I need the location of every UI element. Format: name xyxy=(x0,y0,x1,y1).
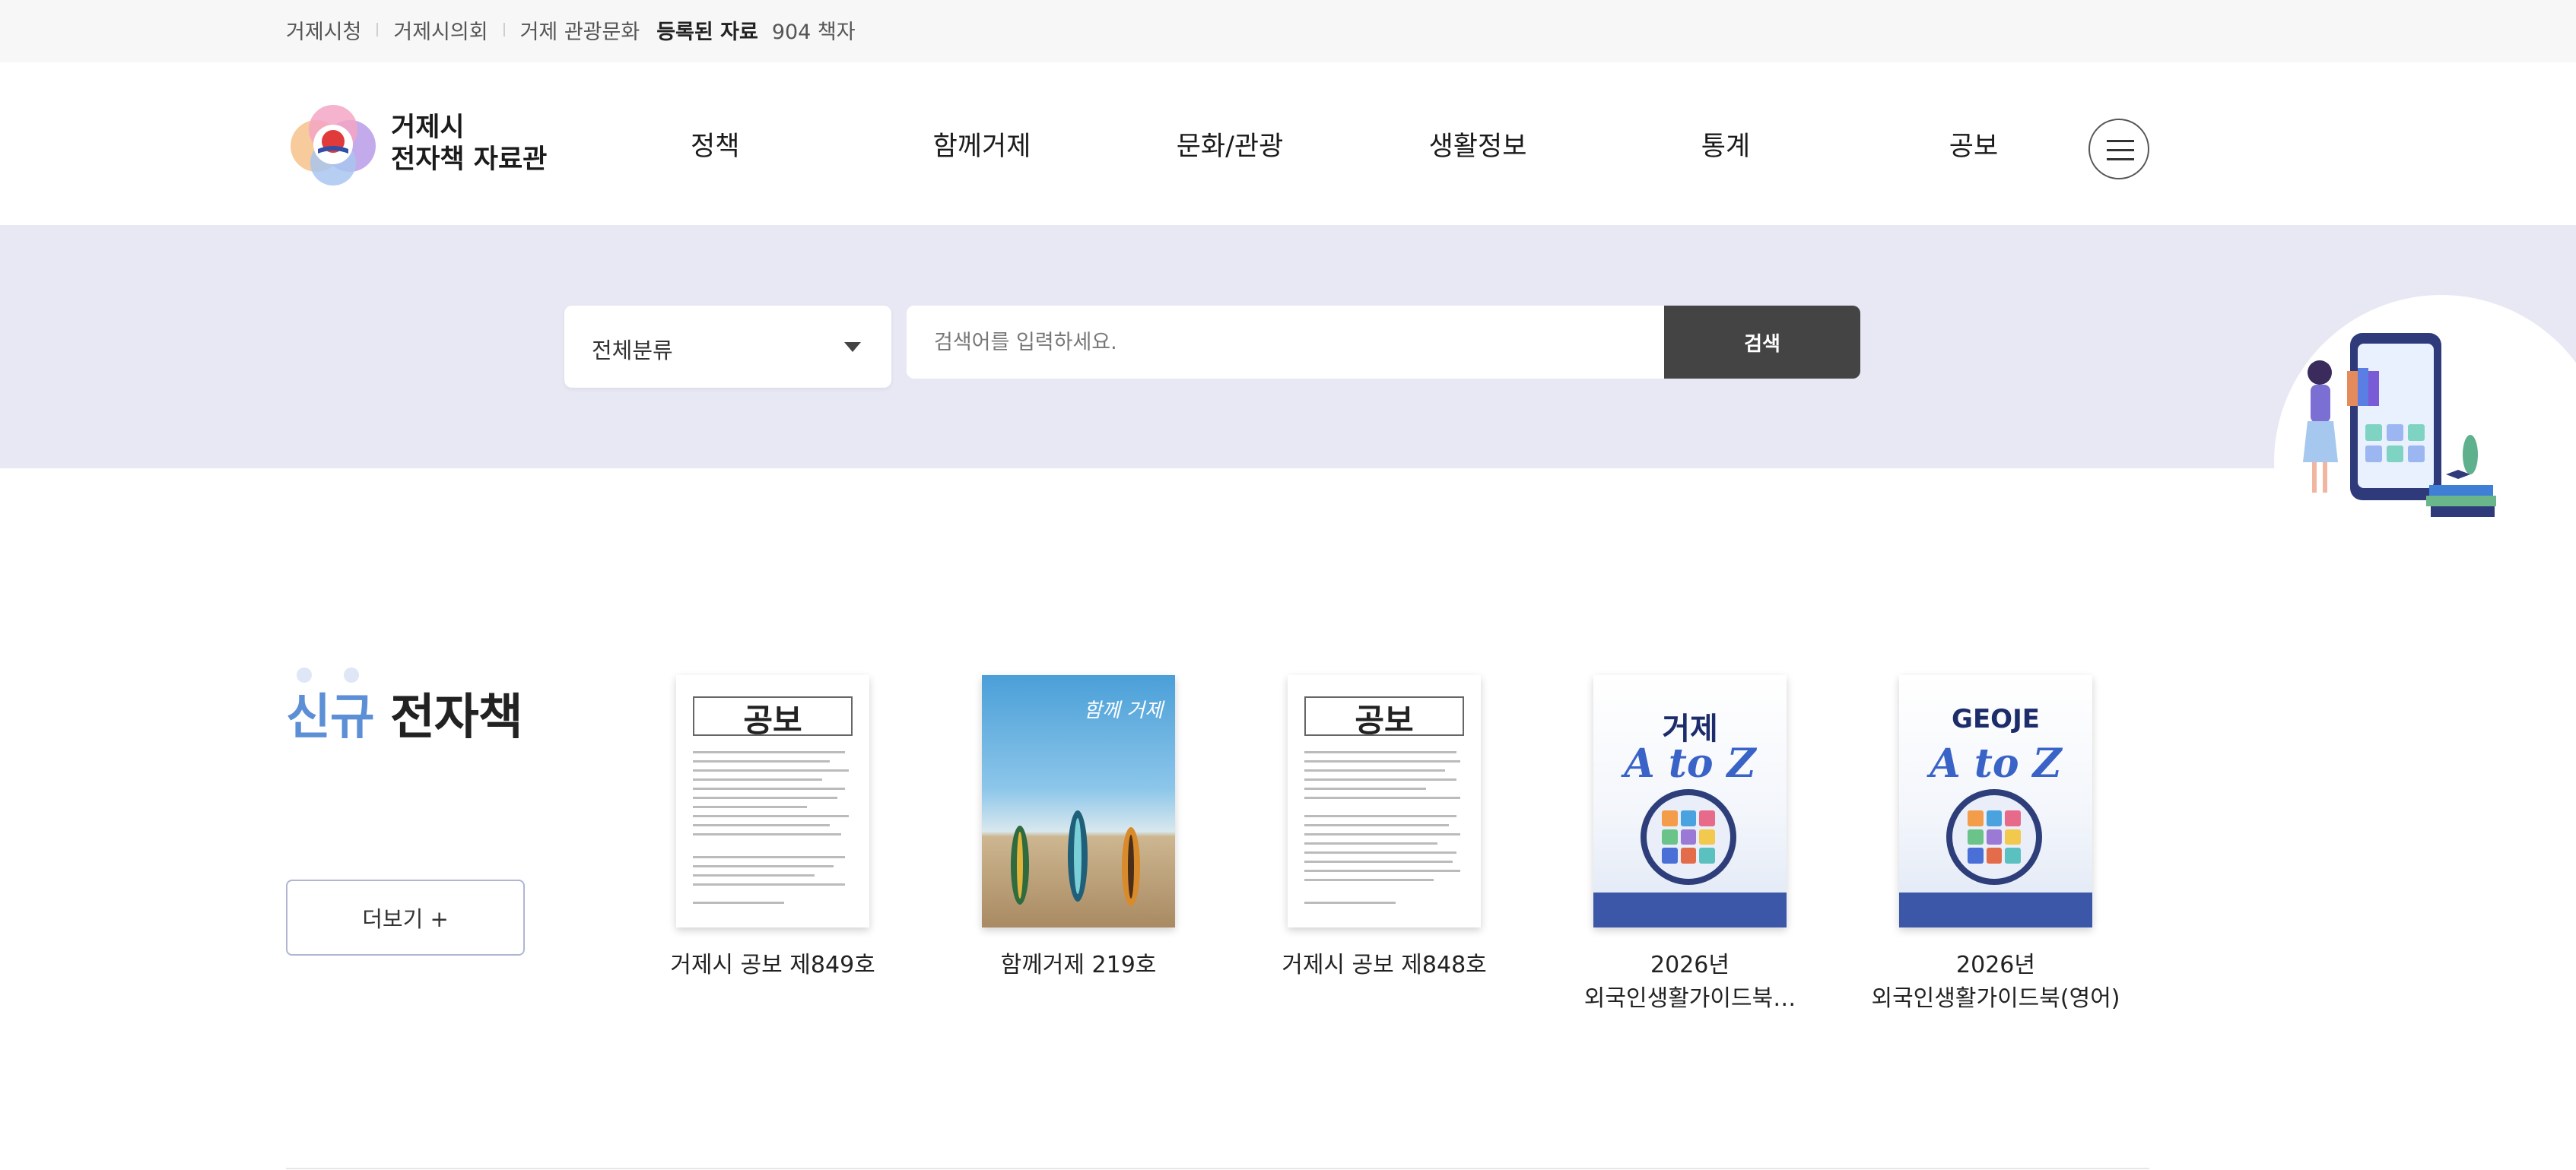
search-button[interactable]: 검색 xyxy=(1664,306,1860,379)
cover-title: GEOJE xyxy=(1952,704,2040,734)
book-item[interactable]: 함께 거제 함께거제 219호 xyxy=(942,675,1215,982)
book-cover[interactable]: 함께 거제 xyxy=(982,675,1175,927)
divider xyxy=(503,23,505,36)
utility-links: 거제시청 거제시의회 거제 관광문화 등록된 자료 904 책자 xyxy=(286,0,856,59)
logo-text: 거제시 전자책 자료관 xyxy=(391,112,547,176)
nav-living-info[interactable]: 생활정보 xyxy=(1354,125,1602,163)
registered-count: 904 책자 xyxy=(771,20,856,44)
book-title: 거제시 공보 제849호 xyxy=(670,952,875,978)
book-item[interactable]: 공보 거제시 공보 제848호 xyxy=(1247,675,1521,982)
link-tourism-culture[interactable]: 거제 관광문화 xyxy=(520,15,640,45)
category-selected-value: 전체분류 xyxy=(592,338,673,363)
search-input[interactable] xyxy=(907,306,1666,379)
book-title: 2026년 외국인생활가이드북(영어) xyxy=(1871,952,2120,1012)
registered-label: 등록된 자료 xyxy=(656,20,758,44)
book-title: 함께거제 219호 xyxy=(1000,952,1157,978)
book-cover[interactable]: 공보 xyxy=(1288,675,1481,927)
top-utility-bar: 거제시청 거제시의회 거제 관광문화 등록된 자료 904 책자 xyxy=(0,0,2576,62)
site-logo[interactable]: 거제시 전자책 자료관 xyxy=(286,100,547,187)
surfboards-icon xyxy=(1011,810,1140,906)
search-section: 전체분류 검색 xyxy=(0,225,2576,546)
link-city-council[interactable]: 거제시의회 xyxy=(393,15,488,45)
section-title-accent: 신규 xyxy=(286,690,375,746)
category-select[interactable]: 전체분류 xyxy=(564,306,891,388)
nav-together-geoje[interactable]: 함께거제 xyxy=(858,125,1106,163)
site-header: 거제시 전자책 자료관 정책 함께거제 문화/관광 생활정보 통계 공보 xyxy=(0,62,2576,225)
logo-line-2: 전자책 자료관 xyxy=(391,144,548,175)
chevron-down-icon xyxy=(844,342,861,352)
section-title-new-ebooks: 신규 전자책 xyxy=(286,678,523,748)
nav-policy[interactable]: 정책 xyxy=(691,125,858,163)
reading-illustration-icon xyxy=(2274,295,2576,546)
divider xyxy=(286,1168,2149,1169)
logo-line-1: 거제시 xyxy=(391,113,465,143)
cover-title: 공보 xyxy=(743,702,802,739)
logo-emblem-icon xyxy=(286,100,380,187)
book-cover[interactable]: 공보 xyxy=(676,675,869,927)
cover-title: 공보 xyxy=(1355,702,1414,739)
book-cover[interactable]: 거제 A to Z xyxy=(1593,675,1787,927)
main-nav: 정책 함께거제 문화/관광 생활정보 통계 공보 xyxy=(631,62,2098,225)
nav-bulletin[interactable]: 공보 xyxy=(1850,125,2098,163)
divider xyxy=(376,23,379,36)
section-title-rest: 전자책 xyxy=(373,690,523,746)
hamburger-menu-icon[interactable] xyxy=(2088,119,2149,179)
cover-subtitle: A to Z xyxy=(1930,740,2062,787)
book-title: 2026년 외국인생활가이드북… xyxy=(1583,952,1796,1012)
book-cover[interactable]: GEOJE A to Z xyxy=(1899,675,2092,927)
book-title: 거제시 공보 제848호 xyxy=(1282,952,1487,978)
more-button[interactable]: 더보기 + xyxy=(286,880,525,956)
nav-culture-tourism[interactable]: 문화/관광 xyxy=(1106,125,1354,163)
link-geoje-city[interactable]: 거제시청 xyxy=(286,15,361,45)
book-item[interactable]: 거제 A to Z 2026년 외국인생활가이드북… xyxy=(1553,675,1827,1016)
cover-subtitle: A to Z xyxy=(1624,740,1756,787)
book-item[interactable]: GEOJE A to Z 2026년 외국인생활가이드북(영어) xyxy=(1859,675,2133,1016)
nav-statistics[interactable]: 통계 xyxy=(1602,125,1850,163)
book-item[interactable]: 공보 거제시 공보 제849호 xyxy=(636,675,910,982)
